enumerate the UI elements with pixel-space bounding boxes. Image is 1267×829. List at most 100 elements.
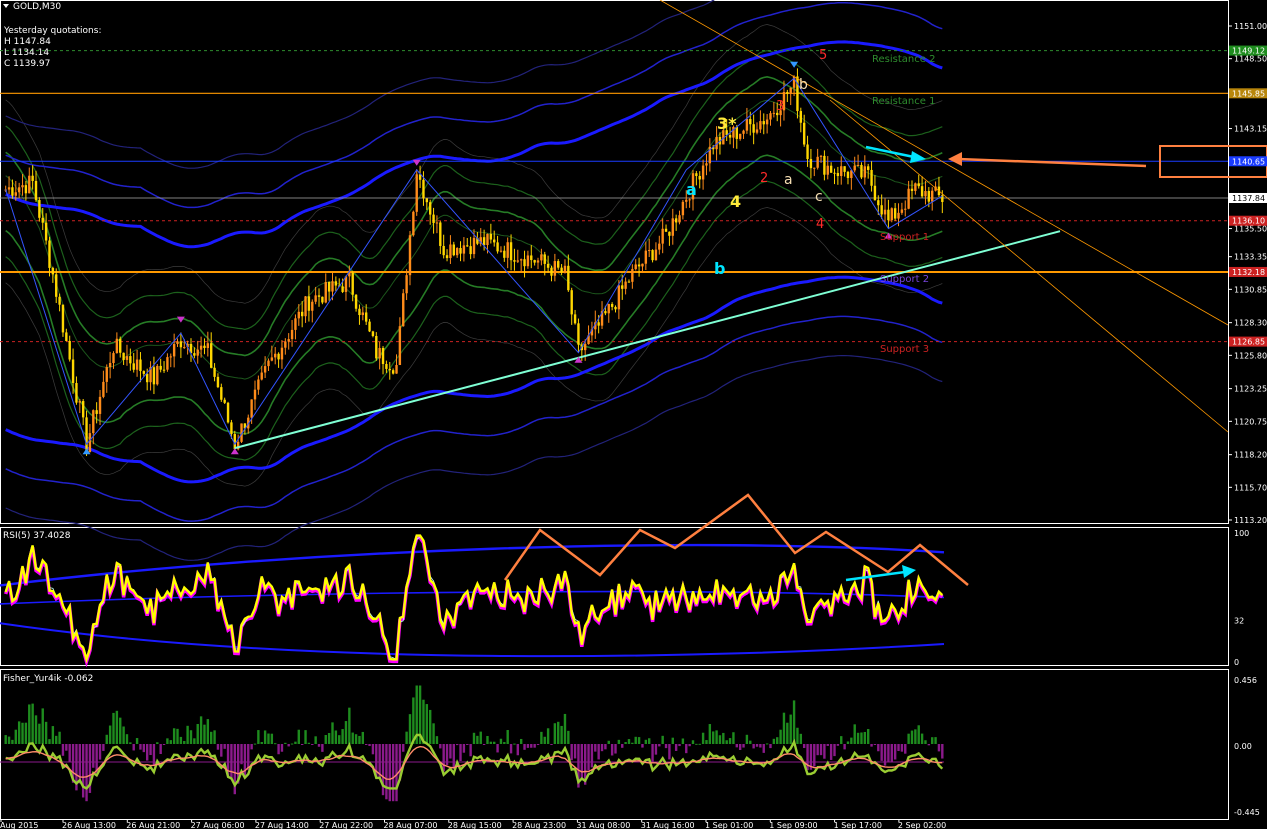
candle-body (260, 372, 263, 380)
candle-body (71, 359, 75, 384)
candle-body (439, 222, 442, 246)
candle-body (176, 341, 179, 345)
price-tag-label: 1132.18 (1232, 268, 1265, 277)
fisher-bar (257, 730, 260, 744)
fisher-bar (199, 716, 203, 744)
fisher-bar (742, 744, 745, 748)
fisher-bar (61, 744, 65, 756)
candle-body (816, 156, 819, 168)
price-tick-label: 1130.85 (1234, 285, 1267, 294)
candle-body (284, 341, 287, 348)
fisher-bar (833, 744, 836, 757)
candle-body (92, 410, 95, 434)
fisher-bar (647, 738, 651, 744)
rsi-cyan-arrowhead (902, 565, 916, 578)
fisher-bar (391, 744, 395, 802)
fisher-bar (610, 744, 614, 756)
fisher-bar (341, 729, 344, 744)
fisher-bar (681, 738, 685, 744)
candle-body (877, 200, 880, 206)
fisher-bar (395, 744, 398, 802)
rsi-label: RSI(5) 37.4028 (3, 531, 71, 541)
candle-body (61, 304, 65, 333)
candle-body (668, 231, 671, 236)
price-tick-label: 1120.75 (1234, 417, 1267, 426)
rsi-orange-zigzag (503, 493, 969, 586)
candle-body (183, 347, 186, 349)
wave-label-a-cyan: a (686, 180, 697, 199)
candle-body (391, 370, 395, 374)
fisher-bar (290, 743, 294, 745)
fisher-bar (866, 729, 870, 744)
candle-body (705, 163, 708, 166)
fisher-bar (796, 727, 799, 744)
candle-body (398, 326, 402, 366)
candle-body (661, 228, 664, 244)
candle-body (496, 242, 499, 252)
fisher-bar (678, 744, 681, 747)
candle-body (769, 113, 772, 120)
main-panel-frame (0, 0, 1229, 524)
fisher-bar (850, 737, 853, 744)
candle-body (506, 242, 509, 258)
fisher-bar (486, 736, 489, 744)
price-tick-label: 1143.15 (1234, 125, 1267, 134)
candle-body (429, 202, 432, 215)
candle-body (142, 371, 146, 374)
fisher-bar (4, 735, 7, 744)
candle-body (907, 188, 910, 209)
time-tick-label: 27 Aug 22:00 (319, 821, 373, 829)
candle-body (11, 187, 14, 196)
fisher-bar (169, 740, 172, 744)
fisher-bar (435, 736, 439, 744)
fisher-bar (503, 742, 506, 744)
time-tick-label: 1 Sep 17:00 (834, 821, 882, 829)
fisher-bar (203, 724, 206, 744)
candle-body (893, 208, 897, 219)
candle-body (493, 239, 496, 243)
fisher-bar (115, 710, 119, 744)
fisher-bar (186, 725, 189, 744)
fisher-bar (14, 729, 17, 744)
candle-body (445, 255, 449, 259)
candle-body (378, 347, 381, 359)
time-tick-label: 28 Aug 15:00 (448, 821, 502, 829)
candle-body (577, 323, 580, 345)
candle-body (762, 121, 765, 125)
fisher-bar (789, 714, 792, 744)
candle-body (920, 186, 924, 197)
candle-body (311, 301, 314, 311)
blue-channel-2 (5, 1, 943, 209)
window-title: GOLD,M30 (13, 2, 61, 12)
fisher-bar (873, 744, 877, 745)
fisher-bar (338, 735, 341, 744)
chevron-down-icon[interactable] (3, 4, 9, 8)
candle-body (41, 217, 44, 223)
candle-body (415, 174, 418, 212)
fisher-bar (119, 717, 122, 744)
candle-body (98, 396, 102, 414)
fisher-bar (466, 744, 469, 745)
rsi-tick-label: 32 (1234, 617, 1244, 626)
candle-body (866, 166, 870, 170)
fisher-bar (321, 744, 324, 752)
fisher-bar (129, 742, 132, 744)
fisher-bar (98, 744, 102, 760)
candle-body (647, 250, 651, 252)
fisher-bar (479, 731, 482, 744)
time-tick-label: 1 Sep 09:00 (769, 821, 817, 829)
fisher-bar (331, 722, 334, 744)
fisher-bar (634, 736, 637, 744)
candle-body (274, 353, 277, 358)
candle-body (132, 363, 135, 370)
fisher-bar (408, 714, 412, 744)
overlay-layer (5, 0, 1267, 455)
fisher-bar (776, 737, 779, 744)
rsi-layer (0, 493, 969, 668)
price-tick-label: 1133.35 (1234, 253, 1267, 262)
candle-body (85, 417, 88, 453)
candle-body (452, 244, 455, 256)
fisher-label: Fisher_Yur4ik -0.062 (3, 674, 93, 684)
price-tick-label: 1148.50 (1234, 55, 1267, 64)
candles-layer (4, 68, 944, 457)
